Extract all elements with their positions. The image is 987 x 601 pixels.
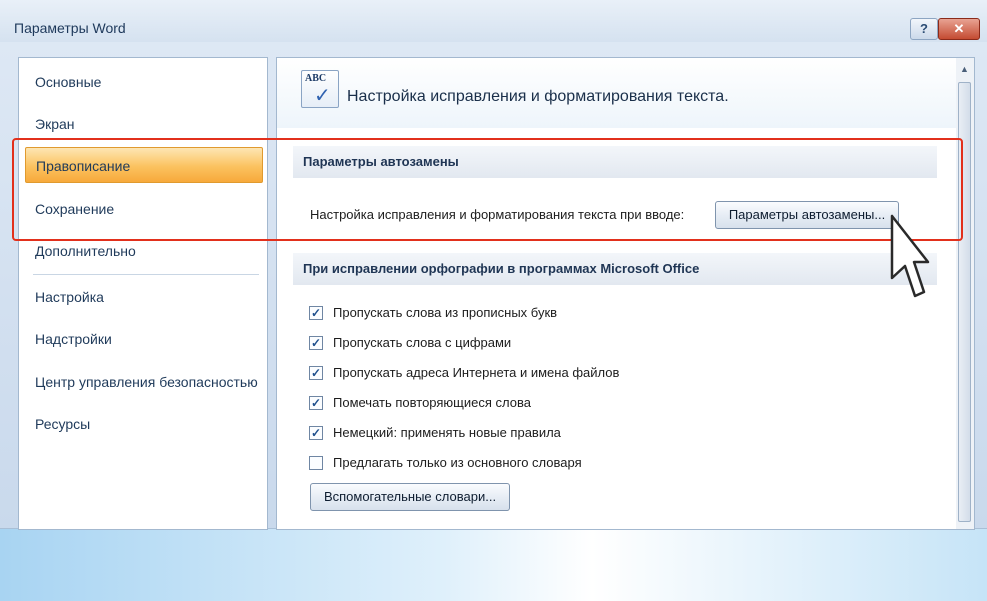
checkbox-label: Немецкий: применять новые правила [333,425,561,440]
panel-header: ABC ✓ Настройка исправления и форматиров… [277,58,957,128]
help-button[interactable]: ? [910,18,938,40]
mouse-pointer-icon [890,214,930,298]
scroll-up-icon[interactable]: ▲ [960,64,969,74]
checkbox-label: Помечать повторяющиеся слова [333,395,531,410]
checkbox-german-new-rules[interactable]: ✓ [309,426,323,440]
sidebar-item-addins[interactable]: Надстройки [25,321,263,357]
sidebar-item-save[interactable]: Сохранение [25,191,263,227]
panel-header-text: Настройка исправления и форматирования т… [347,88,729,105]
sidebar-item-customize[interactable]: Настройка [25,279,263,315]
checkbox-ignore-numbers[interactable]: ✓ [309,336,323,350]
sidebar-item-resources[interactable]: Ресурсы [25,406,263,442]
checkbox-ignore-internet-addresses[interactable]: ✓ [309,366,323,380]
sidebar-item-basic[interactable]: Основные [25,64,263,100]
window-title: Параметры Word [14,20,126,36]
sidebar-item-advanced[interactable]: Дополнительно [25,233,263,269]
proofing-panel: ABC ✓ Настройка исправления и форматиров… [276,57,958,530]
sidebar: Основные Экран Правописание Сохранение Д… [18,57,268,530]
office-proofing-section-title: При исправлении орфографии в программах … [293,253,937,285]
word-options-window: Параметры Word ? ✕ Основные Экран Правоп… [0,0,987,530]
checkbox-ignore-uppercase[interactable]: ✓ [309,306,323,320]
vertical-scrollbar[interactable]: ▲ [956,57,975,530]
abc-check-icon: ABC ✓ [301,70,339,108]
autocorrect-section-title: Параметры автозамены [293,146,937,178]
checkbox-main-dictionary-only[interactable] [309,456,323,470]
checkbox-label: Пропускать адреса Интернета и имена файл… [333,365,620,380]
sidebar-divider [33,274,259,275]
scroll-thumb[interactable] [958,82,971,522]
autocorrect-description: Настройка исправления и форматирования т… [310,207,685,222]
checkbox-label: Пропускать слова из прописных букв [333,305,558,320]
close-button[interactable]: ✕ [938,18,980,40]
autocorrect-options-button[interactable]: Параметры автозамены... [715,201,899,229]
sidebar-item-trust-center[interactable]: Центр управления безопасностью [25,364,263,400]
custom-dictionaries-button[interactable]: Вспомогательные словари... [310,483,510,511]
title-bar: Параметры Word ? ✕ [0,0,987,42]
checkbox-flag-repeated-words[interactable]: ✓ [309,396,323,410]
checkbox-label: Предлагать только из основного словаря [333,455,582,470]
sidebar-item-proofing[interactable]: Правописание [25,147,263,183]
sidebar-item-display[interactable]: Экран [25,106,263,142]
checkbox-label: Пропускать слова с цифрами [333,335,512,350]
checkmark-icon: ✓ [314,85,331,107]
